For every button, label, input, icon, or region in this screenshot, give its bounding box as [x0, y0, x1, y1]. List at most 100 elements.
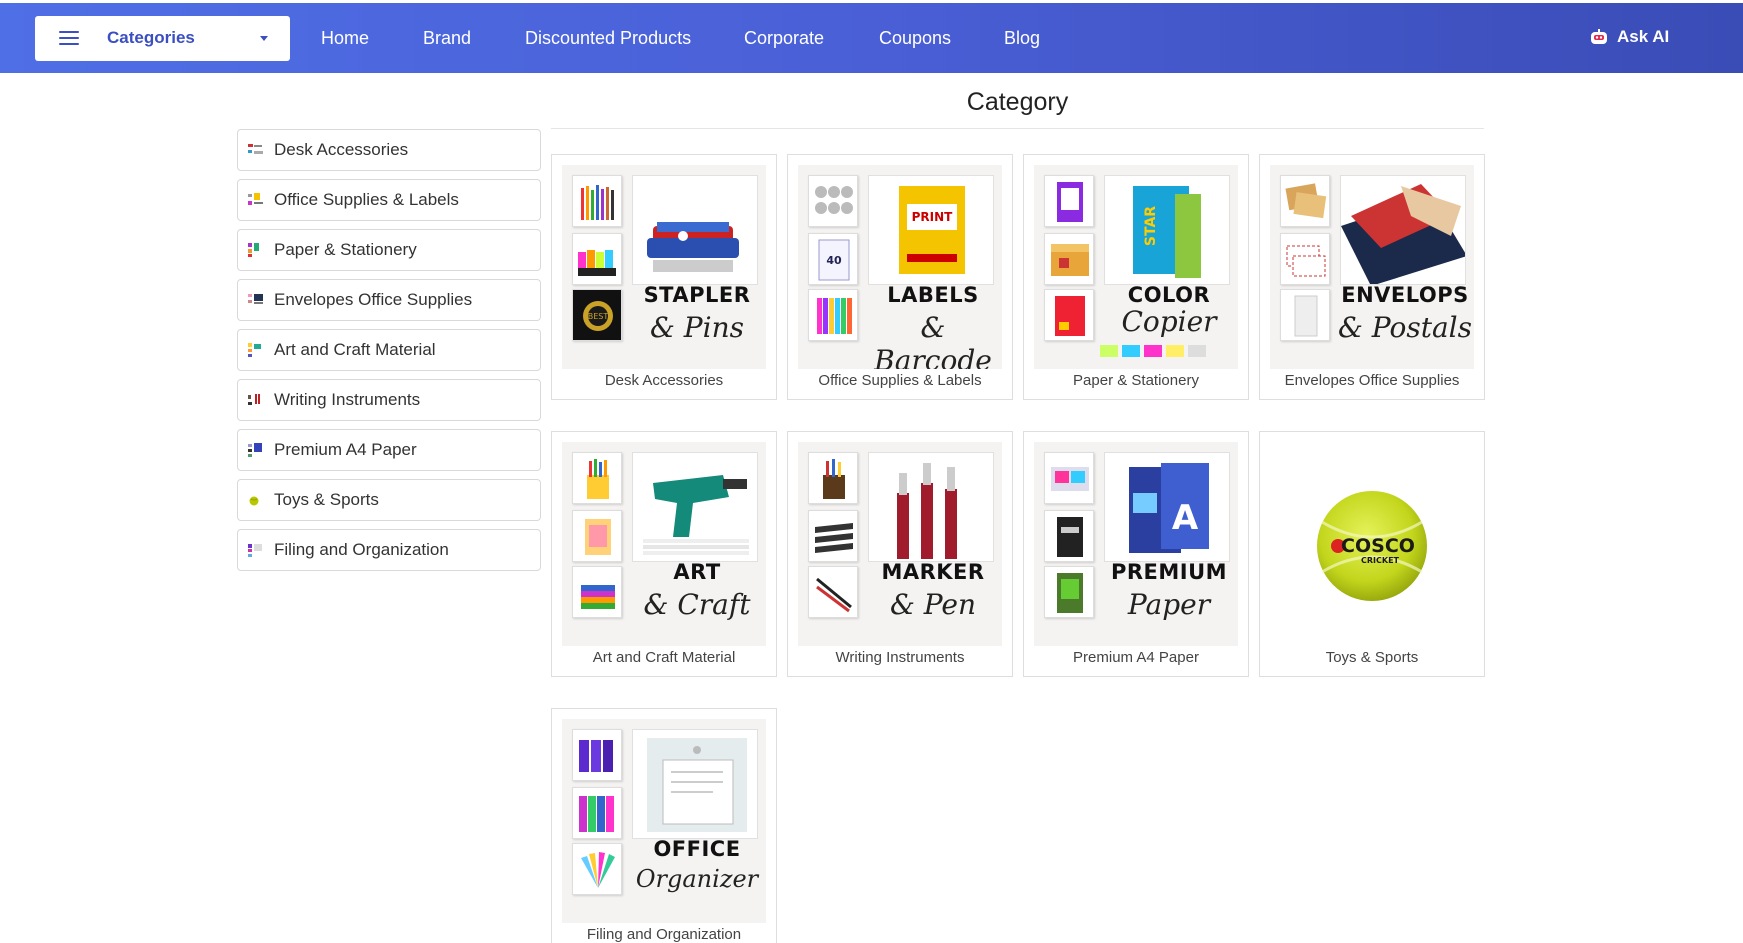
pens-thumb: [808, 566, 858, 618]
category-thumb-icon: [248, 143, 264, 157]
card-subline: Paper: [1127, 588, 1211, 621]
card-subline: & Craft: [643, 588, 751, 621]
sidebar-item-label: Office Supplies & Labels: [274, 190, 459, 209]
sidebar-item-label: Premium A4 Paper: [274, 440, 417, 459]
document-folder-image: [632, 729, 758, 839]
sidebar-item-label: Paper & Stationery: [274, 240, 417, 259]
category-card-paper-stationery[interactable]: STAR COLOR Copier Paper & Stationery: [1023, 154, 1249, 400]
nav-corporate[interactable]: Corporate: [744, 28, 824, 49]
sidebar-item-label: Filing and Organization: [274, 540, 449, 559]
card-subline: & Barcode: [874, 311, 992, 369]
category-thumb-icon: [248, 243, 264, 257]
sidebar-item-envelopes-office-supplies[interactable]: Envelopes Office Supplies: [237, 279, 541, 321]
category-image: MARKER & Pen: [798, 442, 1002, 646]
card-label: Envelopes Office Supplies: [1284, 372, 1460, 389]
ask-ai-label: Ask AI: [1617, 27, 1670, 46]
category-thumb-icon: [248, 343, 264, 357]
svg-text:40: 40: [826, 254, 842, 267]
card-subline: & Pins: [649, 311, 745, 344]
category-card-office-supplies-labels[interactable]: 40 PRINT LABELS & Barcode Office Supplie…: [787, 154, 1013, 400]
desk-tray-thumb: [808, 510, 858, 562]
category-thumb-icon: [248, 543, 264, 557]
sidebar-item-label: Art and Craft Material: [274, 340, 436, 359]
svg-text:STAR: STAR: [1143, 206, 1159, 246]
nav-home[interactable]: Home: [321, 28, 369, 49]
envelopes-image: [1340, 175, 1466, 285]
sidebar-item-art-craft-material[interactable]: Art and Craft Material: [237, 329, 541, 371]
white-envelopes-thumb: [1280, 289, 1330, 341]
card-headline: ENVELOPS: [1341, 283, 1469, 307]
ball-brand-text: COSCO: [1341, 535, 1415, 557]
category-image: BEST STAPLER & Pins: [562, 165, 766, 369]
sidebar-item-writing-instruments[interactable]: Writing Instruments: [237, 379, 541, 421]
category-image: ART & Craft: [562, 442, 766, 646]
chevron-down-icon: [260, 36, 268, 41]
category-image: STAR COLOR Copier: [1034, 165, 1238, 369]
page-title: Category: [966, 88, 1069, 116]
stapler-image: [632, 175, 758, 285]
card-label: Desk Accessories: [604, 372, 724, 389]
sidebar-item-toys-sports[interactable]: Toys & Sports: [237, 479, 541, 521]
box-files-thumb: [572, 729, 622, 781]
ask-ai-button[interactable]: Ask AI: [1590, 27, 1669, 47]
title-divider: [551, 128, 1484, 129]
sidebar-item-premium-a4-paper[interactable]: Premium A4 Paper: [237, 429, 541, 471]
card-headline: OFFICE: [653, 837, 741, 861]
ream-box-thumb: [1044, 233, 1094, 285]
red-ream-thumb: [1044, 289, 1094, 341]
badge-thumb: BEST: [572, 289, 622, 341]
highlighters-thumb: [572, 233, 622, 285]
sidebar-item-label: Envelopes Office Supplies: [274, 290, 473, 309]
category-thumb-icon: [248, 393, 264, 407]
sidebar-item-filing-organization[interactable]: Filing and Organization: [237, 529, 541, 571]
colored-files-thumb: [572, 787, 622, 839]
nav-blog[interactable]: Blog: [1004, 28, 1040, 49]
category-image: 40 PRINT LABELS & Barcode: [798, 165, 1002, 369]
nav-discounted-products[interactable]: Discounted Products: [525, 28, 691, 49]
robot-icon: [1590, 29, 1608, 45]
svg-text:BEST: BEST: [588, 312, 609, 321]
category-card-premium-a4-paper[interactable]: A PREMIUM Paper Premium A4 Paper: [1023, 431, 1249, 677]
category-thumb-icon: [248, 443, 264, 457]
card-headline: PREMIUM: [1110, 560, 1228, 584]
category-thumb-icon: [248, 293, 264, 307]
sidebar-item-label: Desk Accessories: [274, 140, 409, 159]
nav-brand[interactable]: Brand: [423, 28, 471, 49]
color-paper-thumb: [572, 510, 622, 562]
paper-ream-thumb: [1044, 452, 1094, 504]
color-swatches: [1100, 345, 1206, 357]
card-subline: & Pen: [889, 588, 976, 621]
crayons-cup-thumb: [572, 452, 622, 504]
markers-image: [868, 452, 994, 562]
card-headline: ART: [673, 560, 721, 584]
sidebar-item-office-supplies-labels[interactable]: Office Supplies & Labels: [237, 179, 541, 221]
category-image: A PREMIUM Paper: [1034, 442, 1238, 646]
card-label: Filing and Organization: [586, 926, 742, 943]
pen-holder-thumb: [808, 452, 858, 504]
category-card-filing-organization[interactable]: OFFICE Organizer Filing and Organization: [551, 708, 777, 943]
card-headline: LABELS: [887, 283, 979, 307]
category-card-writing-instruments[interactable]: MARKER & Pen Writing Instruments: [787, 431, 1013, 677]
svg-text:A: A: [1172, 498, 1199, 538]
category-card-desk-accessories[interactable]: BEST STAPLER & Pins Desk Accessories: [551, 154, 777, 400]
category-card-envelopes[interactable]: ENVELOPS & Postals Envelopes Office Supp…: [1259, 154, 1485, 400]
category-card-toys-sports[interactable]: COSCO CRICKET Toys & Sports: [1259, 431, 1485, 677]
card-headline: COLOR: [1127, 283, 1211, 307]
card-label: Toys & Sports: [1325, 649, 1419, 666]
label-sheet-thumb: 40: [808, 233, 858, 285]
category-image: COSCO CRICKET: [1270, 442, 1474, 646]
star-copier-image: STAR: [1104, 175, 1230, 285]
kraft-envelopes-thumb: [1280, 175, 1330, 227]
sidebar-item-desk-accessories[interactable]: Desk Accessories: [237, 129, 541, 171]
double-a-paper-image: A: [1104, 452, 1230, 562]
category-card-art-craft[interactable]: ART & Craft Art and Craft Material: [551, 431, 777, 677]
label-pack-image: PRINT: [868, 175, 994, 285]
card-subline: Copier: [1121, 305, 1217, 338]
nav-coupons[interactable]: Coupons: [879, 28, 951, 49]
label-rolls-thumb: [808, 175, 858, 227]
svg-text:PRINT: PRINT: [912, 210, 954, 224]
card-headline: STAPLER: [643, 283, 751, 307]
sidebar-item-paper-stationery[interactable]: Paper & Stationery: [237, 229, 541, 271]
card-subline: & Postals: [1337, 311, 1473, 344]
categories-dropdown[interactable]: Categories: [35, 16, 290, 61]
